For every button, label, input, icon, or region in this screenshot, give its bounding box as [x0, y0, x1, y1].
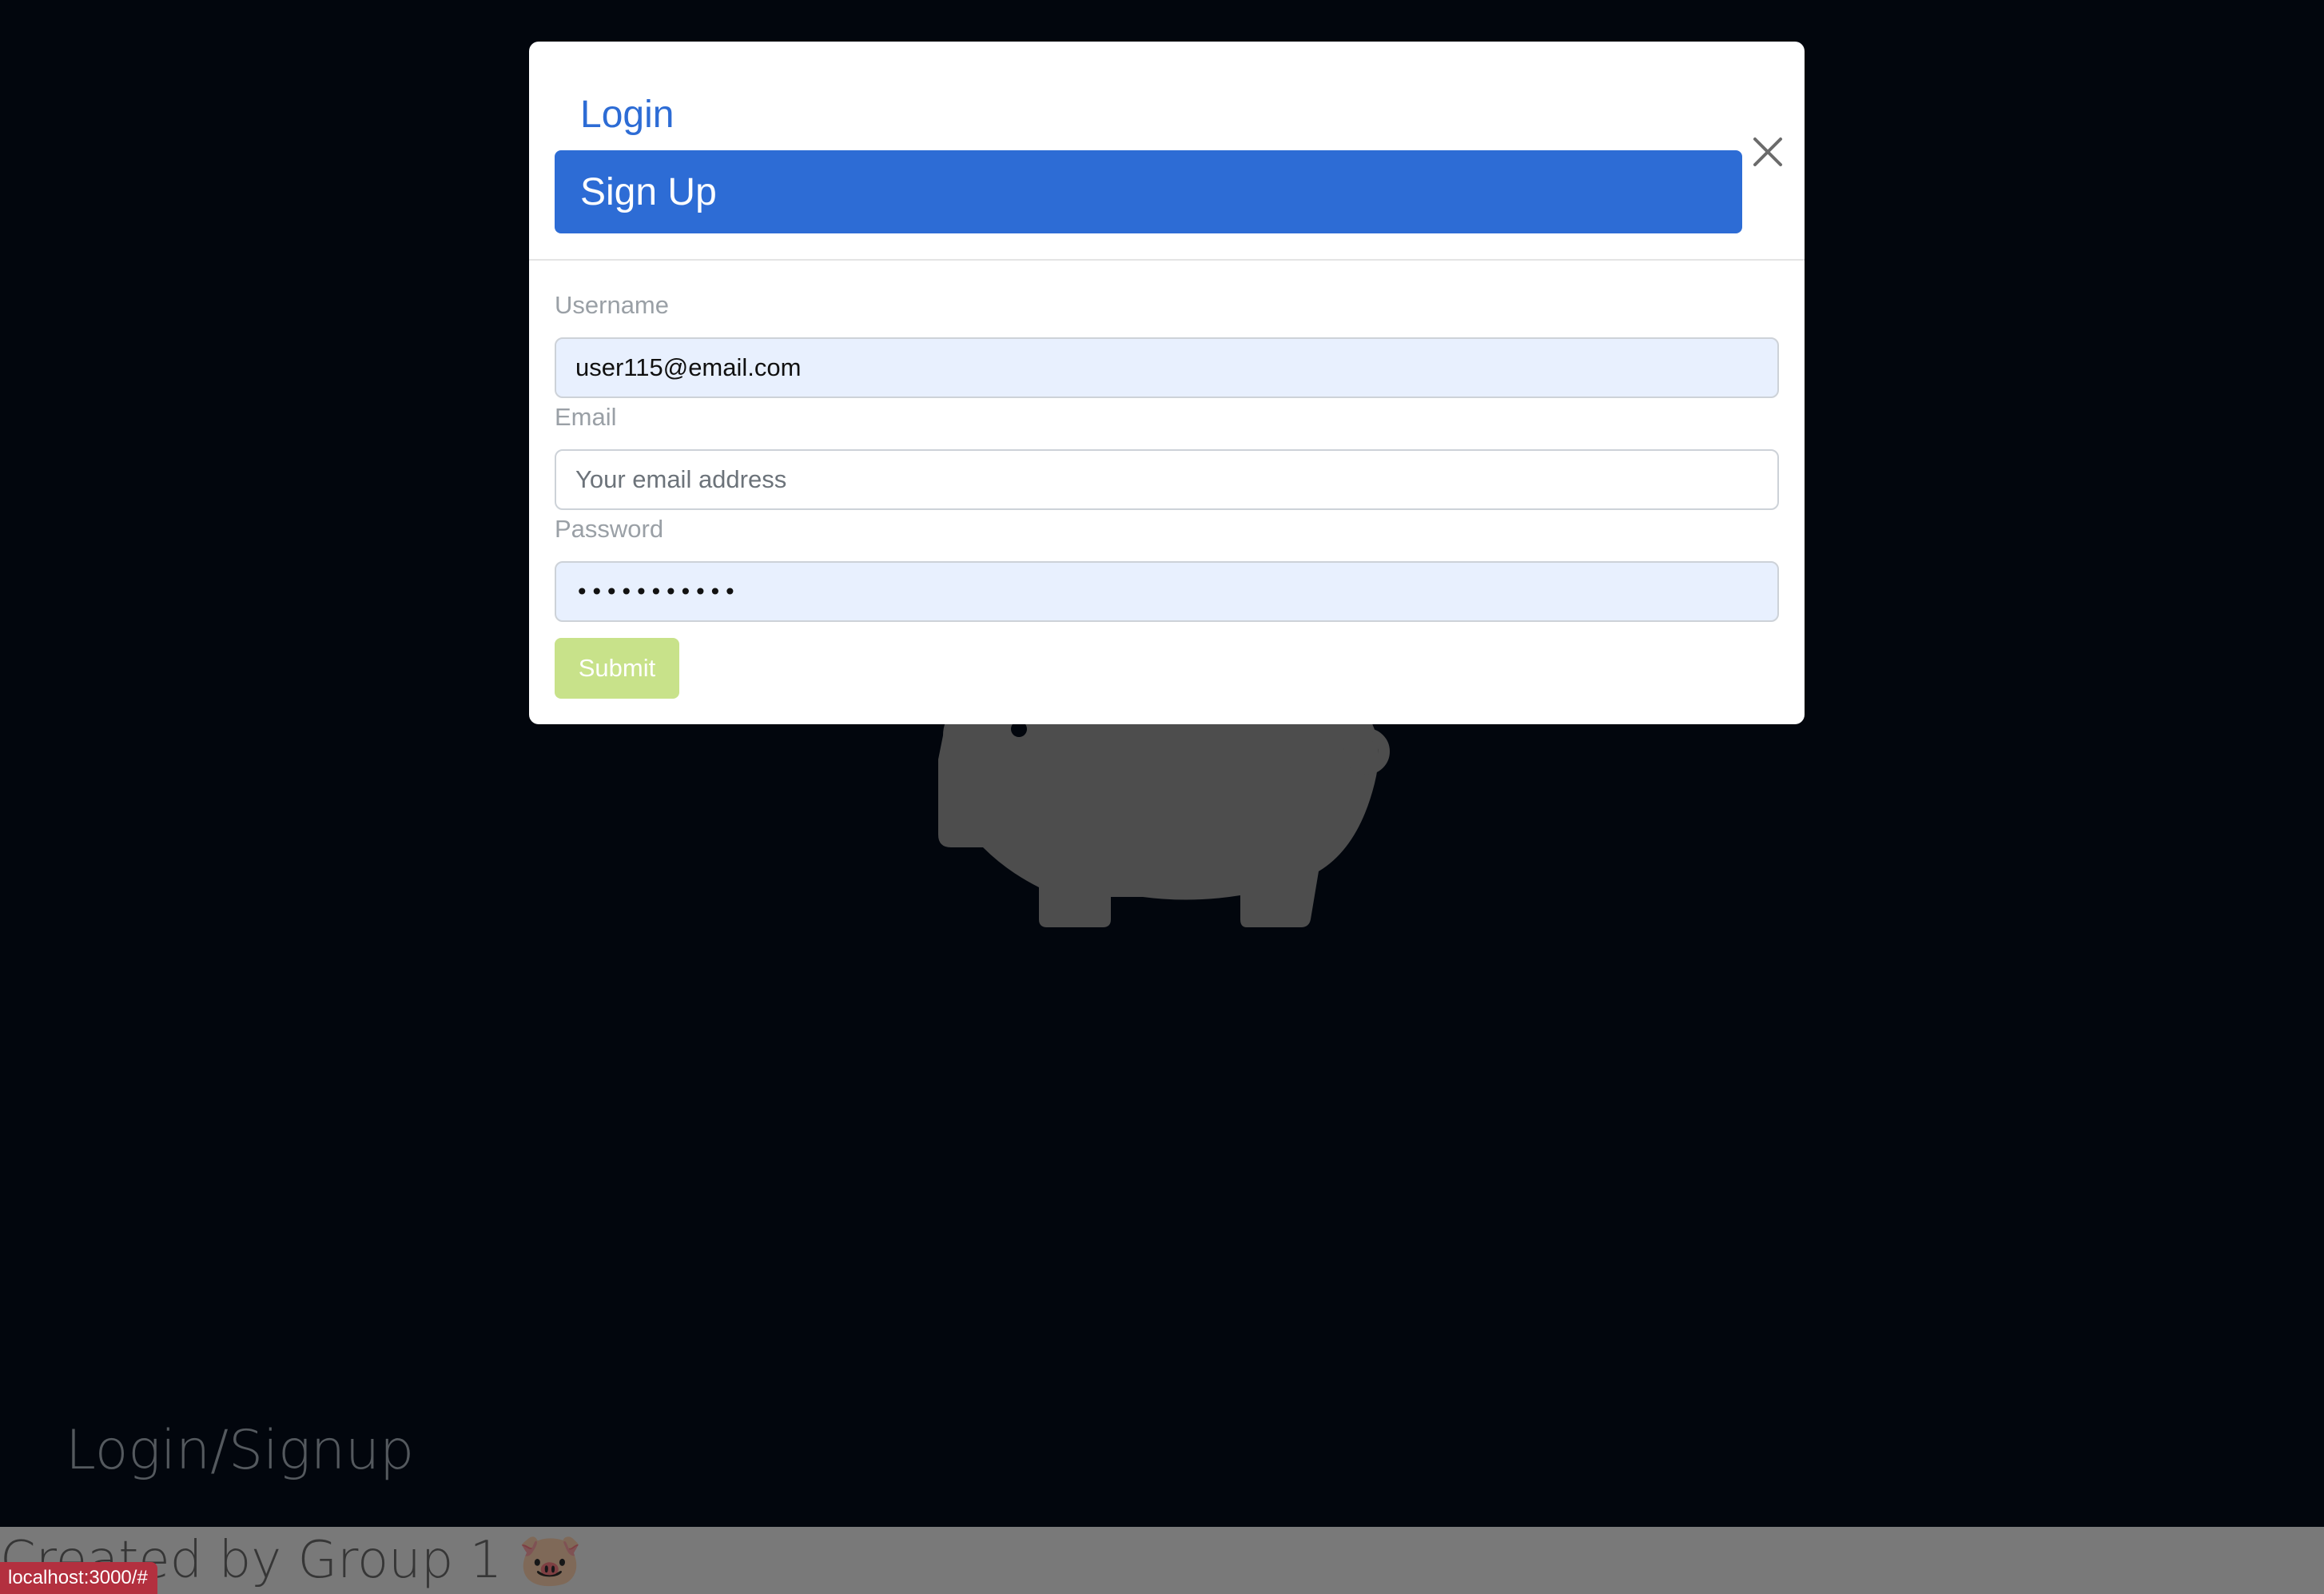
auth-modal: Login Sign Up Username Email Password Su… — [529, 42, 1805, 724]
status-bar-url: localhost:3000/# — [0, 1562, 157, 1594]
tab-signup[interactable]: Sign Up — [555, 150, 1742, 233]
tab-login[interactable]: Login — [555, 78, 1742, 150]
username-label: Username — [555, 291, 669, 319]
submit-button[interactable]: Submit — [555, 638, 679, 699]
email-label: Email — [555, 403, 617, 431]
password-field[interactable] — [555, 561, 1779, 622]
modal-header: Login Sign Up — [529, 42, 1805, 261]
page: Login/Signup Created by Group 1 🐷 Login … — [0, 0, 2324, 1594]
close-icon — [1753, 137, 1782, 166]
password-label: Password — [555, 515, 664, 543]
close-button[interactable] — [1747, 131, 1789, 173]
email-field[interactable] — [555, 449, 1779, 510]
username-field[interactable] — [555, 337, 1779, 398]
